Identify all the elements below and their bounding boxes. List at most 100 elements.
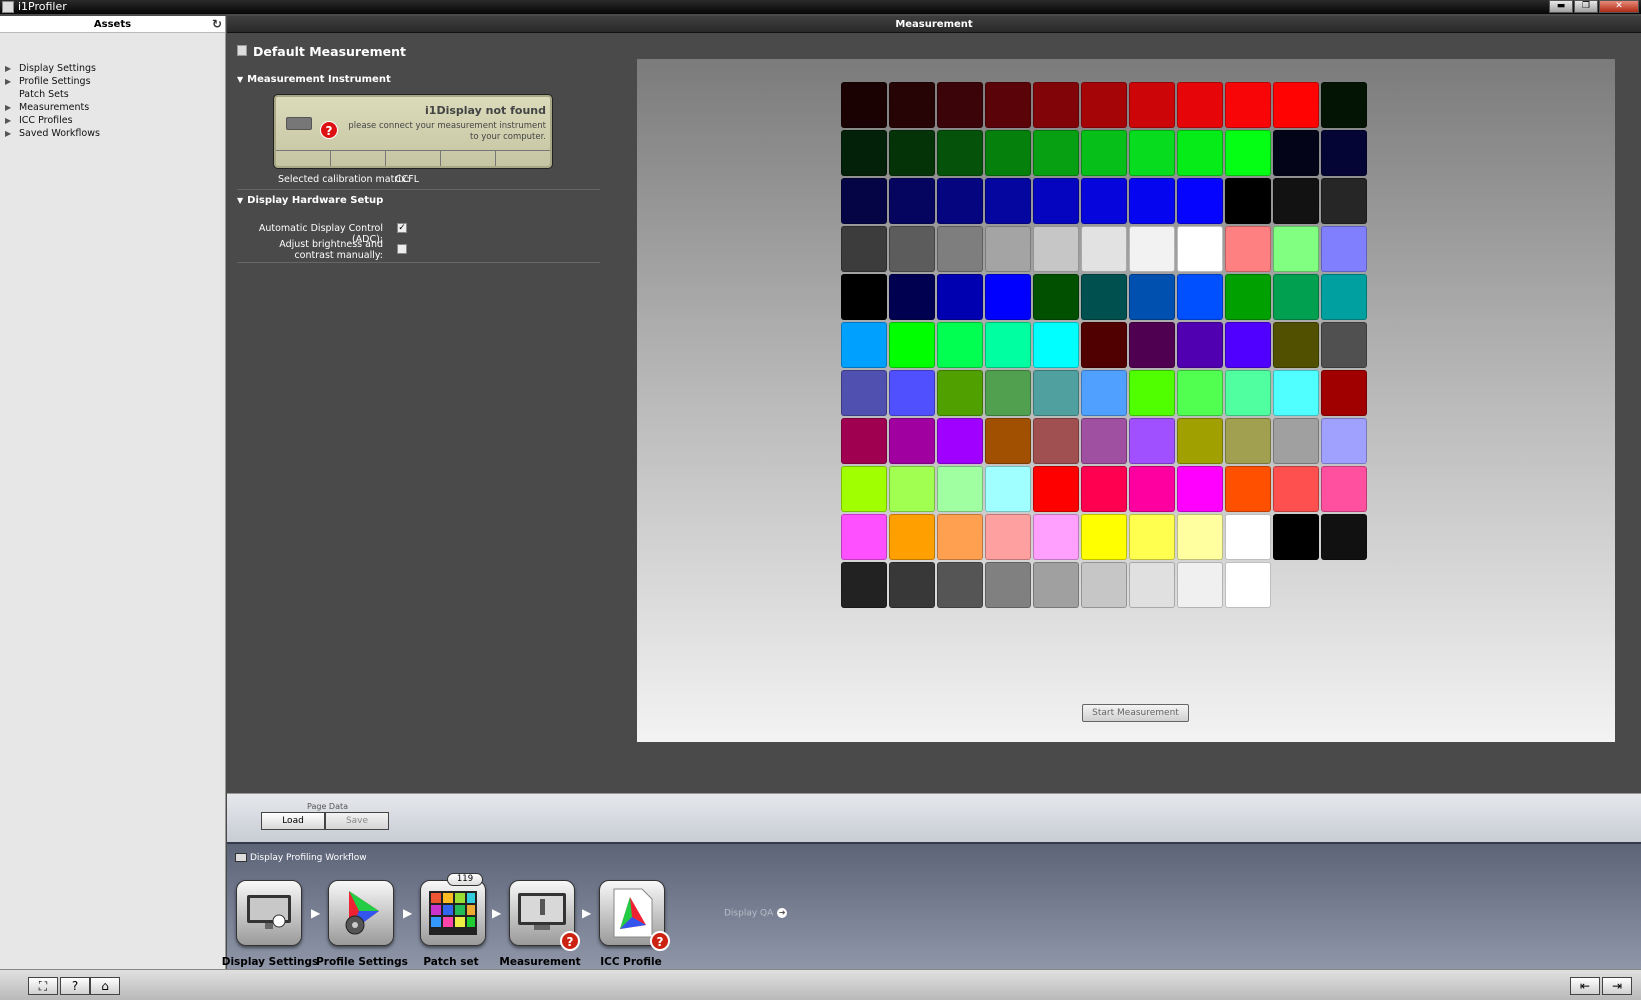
color-patch xyxy=(1081,130,1127,176)
workflow-step-label: ICC Profile xyxy=(600,956,662,968)
fullscreen-button[interactable]: ⛶ xyxy=(28,977,58,995)
adc-checkbox[interactable]: ✓ xyxy=(397,223,407,233)
color-patch xyxy=(889,178,935,224)
color-patch xyxy=(841,226,887,272)
color-patch xyxy=(1273,514,1319,560)
window-controls: ▬ ❐ ✕ xyxy=(1548,0,1639,13)
patch-count-badge: 119 xyxy=(447,873,483,886)
expand-arrow-icon[interactable]: ▶ xyxy=(5,114,11,127)
home-button[interactable]: ⌂ xyxy=(90,977,120,995)
start-measurement-button[interactable]: Start Measurement xyxy=(1082,704,1189,722)
display-qa-link[interactable]: Display QA ➜ xyxy=(724,908,788,919)
question-mark-icon: ? xyxy=(320,121,338,139)
load-button[interactable]: Load xyxy=(261,812,325,830)
color-patch xyxy=(1033,178,1079,224)
color-patch xyxy=(841,274,887,320)
color-patch xyxy=(841,130,887,176)
color-patch xyxy=(1225,466,1271,512)
workflow-step-display-settings[interactable] xyxy=(236,880,302,946)
page-title: Default Measurement xyxy=(237,44,406,59)
sidebar-item-saved-workflows[interactable]: ▶ Saved Workflows xyxy=(0,127,225,140)
color-patch xyxy=(1321,322,1367,368)
color-patch xyxy=(985,370,1031,416)
arrow-right-icon: ▶ xyxy=(311,906,321,920)
color-patch xyxy=(937,466,983,512)
usb-plug-icon xyxy=(286,117,312,130)
workflow-step-patch-set[interactable]: 119 xyxy=(420,873,486,946)
lcd-segment xyxy=(441,151,496,166)
workflow-step-label: Profile Settings xyxy=(316,956,408,968)
workflow-step-icc-profile[interactable]: ? xyxy=(599,880,670,951)
close-button[interactable]: ✕ xyxy=(1599,0,1639,13)
color-patch xyxy=(937,178,983,224)
save-button[interactable]: Save xyxy=(325,812,389,830)
display-settings-icon xyxy=(247,895,291,929)
color-patch xyxy=(1177,466,1223,512)
collapse-triangle-icon[interactable]: ▼ xyxy=(237,196,243,205)
lcd-segments xyxy=(276,150,550,166)
collapse-panel-icon[interactable]: ⇤ xyxy=(1570,977,1600,995)
color-patch xyxy=(1177,322,1223,368)
help-button[interactable]: ? xyxy=(60,977,90,995)
calibration-matrix-value[interactable]: CCFL xyxy=(395,174,419,185)
color-patch xyxy=(1321,466,1367,512)
bottom-toolbar: ⛶ ? ⌂ ⇤ ⇥ xyxy=(0,969,1641,1000)
color-patch xyxy=(1081,322,1127,368)
color-patch xyxy=(1273,226,1319,272)
expand-arrow-icon[interactable]: ▶ xyxy=(5,127,11,140)
color-patch xyxy=(1225,418,1271,464)
color-patch xyxy=(985,130,1031,176)
page-title-text: Default Measurement xyxy=(253,44,406,59)
color-patch xyxy=(1033,130,1079,176)
assets-header: Assets ↻ xyxy=(0,16,225,33)
monitor-icon xyxy=(235,853,247,862)
sidebar-item-measurements[interactable]: ▶ Measurements xyxy=(0,101,225,114)
divider xyxy=(237,262,600,263)
color-patch xyxy=(1129,130,1175,176)
color-patch xyxy=(841,562,887,608)
arrow-circle-icon[interactable]: ➜ xyxy=(777,908,788,918)
color-patch xyxy=(1273,82,1319,128)
assets-tree: ▶ Display Settings ▶ Profile Settings Patc… xyxy=(0,33,225,140)
color-patch xyxy=(1081,178,1127,224)
color-patch xyxy=(1273,130,1319,176)
app-title: i1Profiler xyxy=(18,0,67,13)
color-patch xyxy=(1321,514,1367,560)
refresh-icon[interactable]: ↻ xyxy=(212,16,222,33)
expand-panel-icon[interactable]: ⇥ xyxy=(1602,977,1632,995)
color-patch xyxy=(841,466,887,512)
color-patch xyxy=(1273,466,1319,512)
lcd-segment xyxy=(496,151,550,166)
expand-arrow-icon[interactable]: ▶ xyxy=(5,101,11,114)
section-measurement-instrument[interactable]: ▼ Measurement Instrument xyxy=(237,74,391,85)
instrument-status: i1Display not found xyxy=(425,104,546,117)
maximize-button[interactable]: ❐ xyxy=(1574,0,1598,13)
color-patch xyxy=(937,322,983,368)
color-patch xyxy=(937,418,983,464)
patch-set-icon xyxy=(429,891,477,935)
workflow-bar: Display Profiling Workflow Display Setti… xyxy=(222,842,1641,969)
color-patch xyxy=(985,562,1031,608)
workflow-step-measurement[interactable]: ? xyxy=(509,880,580,951)
collapse-triangle-icon[interactable]: ▼ xyxy=(237,75,243,84)
manual-adjust-label: Adjust brightness and contrast manually: xyxy=(279,239,383,261)
color-patch xyxy=(1225,130,1271,176)
manual-adjust-checkbox[interactable] xyxy=(397,244,407,254)
minimize-button[interactable]: ▬ xyxy=(1549,0,1573,13)
color-patch xyxy=(1321,418,1367,464)
workflow-step-profile-settings[interactable] xyxy=(328,880,394,946)
section-display-hardware-setup[interactable]: ▼ Display Hardware Setup xyxy=(237,195,383,206)
sidebar-item-patch-sets[interactable]: Patch Sets xyxy=(0,88,225,101)
display-qa-label: Display QA xyxy=(724,908,774,919)
sidebar-item-icc-profiles[interactable]: ▶ ICC Profiles xyxy=(0,114,225,127)
color-patch xyxy=(1081,562,1127,608)
expand-arrow-icon[interactable]: ▶ xyxy=(5,62,11,75)
color-patch xyxy=(1225,82,1271,128)
sidebar-item-display-settings[interactable]: ▶ Display Settings xyxy=(0,62,225,75)
sidebar-item-profile-settings[interactable]: ▶ Profile Settings xyxy=(0,75,225,88)
color-patch xyxy=(1129,178,1175,224)
error-icon: ? xyxy=(560,931,580,951)
color-patch xyxy=(1177,274,1223,320)
color-patch xyxy=(1129,562,1175,608)
expand-arrow-icon[interactable]: ▶ xyxy=(5,75,11,88)
